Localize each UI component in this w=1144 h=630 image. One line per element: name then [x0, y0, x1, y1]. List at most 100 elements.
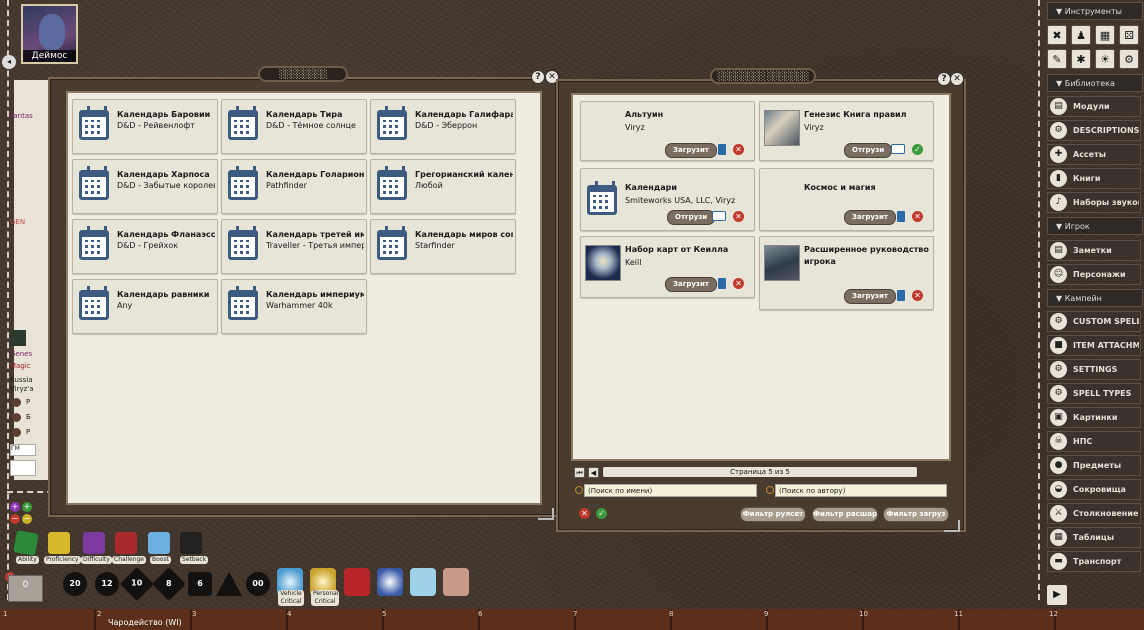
calendar-card[interactable]: Календарь равники Any: [72, 279, 218, 334]
load-button[interactable]: Загрузит: [665, 277, 717, 292]
sidebar-item-images[interactable]: ▣ Картинки: [1047, 407, 1141, 428]
remove-modifier-icon[interactable]: −: [10, 514, 20, 524]
calendar-card[interactable]: Календарь Тира D&D - Тёмное солнце: [221, 99, 367, 154]
sidebar-item-modules[interactable]: ▤ Модули: [1047, 96, 1141, 117]
calendar-icon[interactable]: ▦: [1095, 25, 1115, 45]
shield-icon[interactable]: [410, 568, 436, 596]
effects-icon[interactable]: ✎: [1047, 49, 1067, 69]
sidebar-item-characters[interactable]: ☺ Персонажи: [1047, 264, 1141, 285]
remove-modifier-icon[interactable]: −: [22, 514, 32, 524]
difficulty-die-icon[interactable]: [83, 532, 105, 554]
modifier-counter[interactable]: 0: [8, 575, 43, 602]
play-icon[interactable]: ▶: [1047, 585, 1067, 605]
combat-tracker-icon[interactable]: ✖: [1047, 25, 1067, 45]
dice-icon[interactable]: ⚄: [1119, 25, 1139, 45]
sidebar-item-assets[interactable]: ✚ Ассеты: [1047, 144, 1141, 165]
d6-die[interactable]: 6: [188, 572, 212, 596]
calendar-card[interactable]: Грегорианский календар Любой: [370, 159, 516, 214]
sidebar-item-npcs[interactable]: ☠ НПС: [1047, 431, 1141, 452]
module-card[interactable]: Генезис Книга правил Viryz Отгрузи ✓: [759, 101, 934, 161]
sidebar-item-descriptions[interactable]: ⚙ DESCRIPTIONS I: [1047, 120, 1141, 141]
book-icon[interactable]: [897, 290, 905, 301]
close-button[interactable]: ✕: [950, 72, 964, 86]
force-icon[interactable]: [377, 568, 403, 596]
calendar-card[interactable]: Календарь Баровии D&D - Рейвенлофт: [72, 99, 218, 154]
module-card[interactable]: Альтуин Viryz Загрузит ✕: [580, 101, 755, 161]
unload-button[interactable]: Отгрузи: [667, 210, 716, 225]
sidebar-item-items[interactable]: ● Предметы: [1047, 455, 1141, 476]
first-page-button[interactable]: ⏮: [574, 467, 585, 478]
sidebar-item-soundsets[interactable]: ♪ Наборы звуков: [1047, 192, 1141, 213]
modules-window-title[interactable]: ░░░░░░░░ ░░░░░░░: [710, 68, 816, 84]
calendar-card[interactable]: Календарь миров соглаш Starfinder: [370, 219, 516, 274]
d4-die[interactable]: [216, 572, 242, 596]
chat-toggle-icon[interactable]: ◂: [2, 55, 16, 69]
delete-icon[interactable]: ✕: [733, 211, 744, 222]
sidebar-item-custom-spells[interactable]: ⚙ CUSTOM SPELLS: [1047, 311, 1141, 332]
sidebar-item-tables[interactable]: ▦ Таблицы: [1047, 527, 1141, 548]
calendar-card[interactable]: Календарь Фланаэсс D&D - Грейхок: [72, 219, 218, 274]
proficiency-die-icon[interactable]: [48, 532, 70, 554]
help-button[interactable]: ?: [937, 72, 951, 86]
boost-die-icon[interactable]: [148, 532, 170, 554]
calendar-window-title[interactable]: ░░░░░░░░: [258, 66, 348, 82]
light-icon[interactable]: ☀: [1095, 49, 1115, 69]
sidebar-item-books[interactable]: ▮ Книги: [1047, 168, 1141, 189]
delete-icon[interactable]: ✕: [733, 278, 744, 289]
filter-ruleset-button[interactable]: Фильтр рулсет: [740, 507, 806, 522]
party-icon[interactable]: ♟: [1071, 25, 1091, 45]
search-name-input[interactable]: (Поиск по имени): [584, 484, 757, 497]
delete-icon[interactable]: ✕: [912, 211, 923, 222]
calendar-card[interactable]: Календарь третей импер Traveller - Треть…: [221, 219, 367, 274]
character-portrait[interactable]: Деймос: [21, 4, 78, 64]
module-card[interactable]: Расширенное руководство игрока Загрузит …: [759, 236, 934, 310]
module-card[interactable]: Календари Smiteworks USA, LLC, Viryz Отг…: [580, 168, 755, 231]
module-card[interactable]: Набор карт от Кеилла Keill Загрузит ✕: [580, 236, 755, 298]
load-button[interactable]: Загрузит: [665, 143, 717, 158]
setback-die-icon[interactable]: [180, 532, 202, 554]
sidebar-item-notes[interactable]: ▤ Заметки: [1047, 240, 1141, 261]
d12-die[interactable]: 12: [95, 572, 119, 596]
sidebar-item-settings[interactable]: ⚙ SETTINGS: [1047, 359, 1141, 380]
destiny-icon[interactable]: [344, 568, 370, 596]
sidebar-item-spell-types[interactable]: ⚙ SPELL TYPES: [1047, 383, 1141, 404]
chat-input[interactable]: [10, 460, 36, 476]
options-icon[interactable]: ⚙: [1119, 49, 1139, 69]
check-icon[interactable]: ✓: [912, 144, 923, 155]
cancel-icon[interactable]: ✕: [579, 508, 590, 519]
delete-icon[interactable]: ✕: [912, 290, 923, 301]
sidebar-section-library[interactable]: ▼ Библиотека: [1047, 74, 1143, 92]
book-icon[interactable]: [718, 278, 726, 289]
filter-shared-button[interactable]: Фильтр расшар: [812, 507, 878, 522]
confirm-icon[interactable]: ✓: [596, 508, 607, 519]
ability-die-icon[interactable]: [13, 530, 39, 556]
load-button[interactable]: Загрузит: [844, 289, 896, 304]
help-button[interactable]: ?: [531, 70, 545, 84]
add-modifier-icon[interactable]: +: [10, 502, 20, 512]
unload-button[interactable]: Отгрузи: [844, 143, 893, 158]
load-button[interactable]: Загрузит: [844, 210, 896, 225]
open-book-icon[interactable]: [891, 144, 905, 154]
book-icon[interactable]: [718, 144, 726, 155]
sidebar-section-campaign[interactable]: ▼ Кампейн: [1047, 289, 1143, 307]
book-icon[interactable]: [897, 211, 905, 222]
chat-mode-select[interactable]: ГМ: [10, 444, 36, 456]
d100-die[interactable]: 00: [246, 572, 270, 596]
calendar-card[interactable]: Календарь Галифара D&D - Эберрон: [370, 99, 516, 154]
calendar-card[interactable]: Календарь Харпоса D&D - Забытые королевс…: [72, 159, 218, 214]
sidebar-item-treasure[interactable]: ◒ Сокровища: [1047, 479, 1141, 500]
open-book-icon[interactable]: [712, 211, 726, 221]
sidebar-item-vehicles[interactable]: ▬ Транспорт: [1047, 551, 1141, 572]
delete-icon[interactable]: ✕: [733, 144, 744, 155]
calendar-card[interactable]: Календарь империума Warhammer 40k: [221, 279, 367, 334]
calendar-card[interactable]: Календарь Голариона Pathfinder: [221, 159, 367, 214]
add-modifier-icon[interactable]: +: [22, 502, 32, 512]
chat-token-icon[interactable]: [10, 330, 26, 346]
prev-page-button[interactable]: ◀: [588, 467, 599, 478]
module-card[interactable]: Космос и магия Загрузит ✕: [759, 168, 934, 231]
hotbar-slot-label[interactable]: Чародейство (WI): [108, 618, 182, 627]
filter-loaded-button[interactable]: Фильтр загруз: [883, 507, 949, 522]
sidebar-section-tools[interactable]: ▼ Инструменты: [1047, 2, 1143, 20]
blank-effect-icon[interactable]: [443, 568, 469, 596]
resize-handle-icon[interactable]: [538, 508, 554, 520]
